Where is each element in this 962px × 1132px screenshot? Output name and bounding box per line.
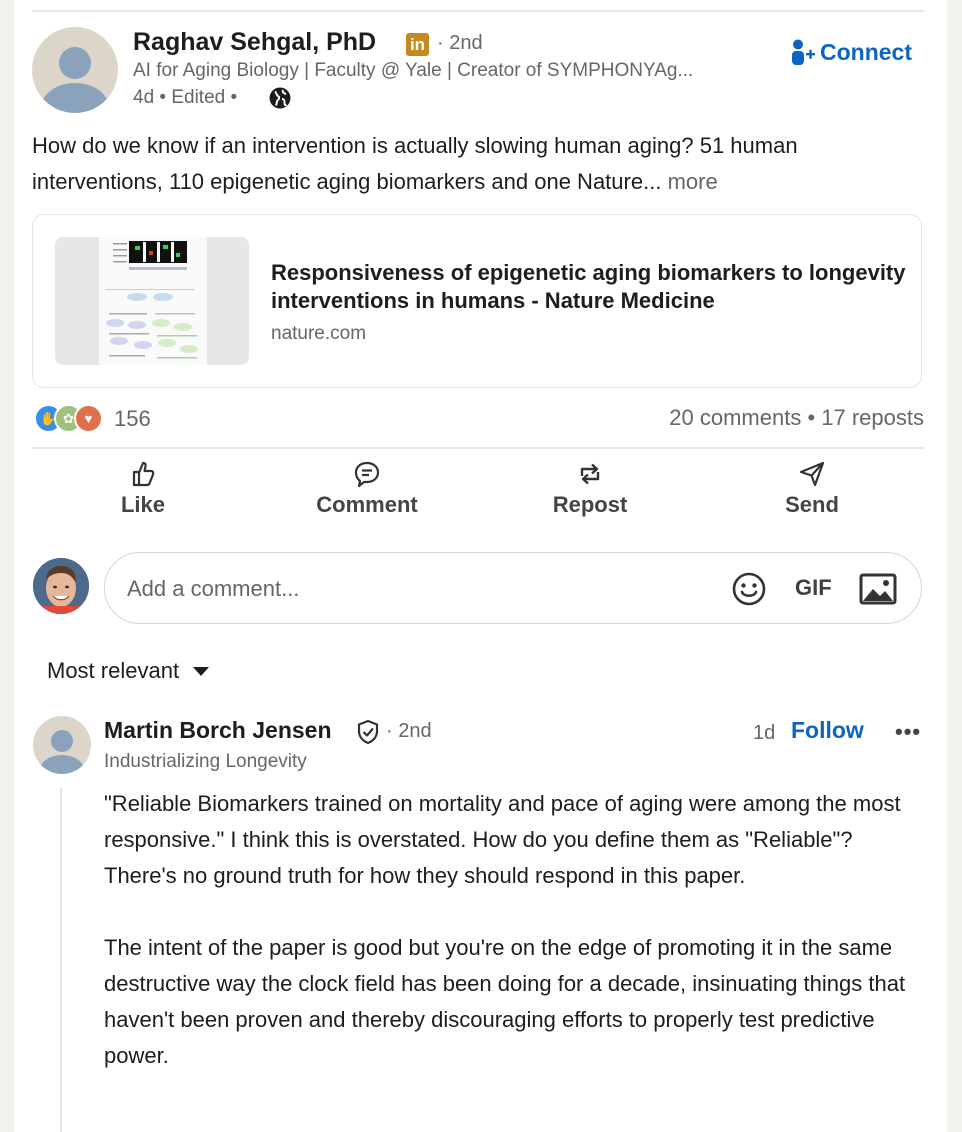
comment-timestamp: 1d [753,722,776,744]
top-divider [32,10,924,12]
author-avatar[interactable] [32,27,118,113]
user-photo [33,558,89,614]
send-icon [799,461,825,487]
more-options-icon[interactable]: ••• [895,719,921,745]
comment-label: Comment [316,492,418,517]
caret-down-icon [193,666,210,676]
repost-button[interactable]: Repost [490,460,690,518]
comment-icon [354,461,380,488]
comment-paragraph: The intent of the paper is good but you'… [104,935,906,1068]
send-button[interactable]: Send [712,460,912,518]
link-title: Responsiveness of epigenetic aging bioma… [271,260,906,313]
post-text: How do we know if an intervention is act… [32,128,922,200]
thumbs-up-icon [132,461,155,487]
comments-reposts-count[interactable]: 20 comments • 17 reposts [669,405,924,431]
see-more-link[interactable]: more [668,169,718,194]
thumbnail-paper [99,237,207,365]
author-headline: AI for Aging Biology | Faculty @ Yale | … [133,60,694,81]
comment-placeholder: Add a comment... [127,576,300,601]
article-thumbnail [55,237,249,365]
comment-body: "Reliable Biomarkers trained on mortalit… [104,786,924,1074]
comment-input[interactable]: Add a comment... GIF [104,552,922,624]
connect-button[interactable]: Connect [790,38,912,66]
comment-button[interactable]: Comment [267,460,467,518]
avatar-placeholder-body [41,83,109,113]
connection-degree: · 2nd [437,32,483,54]
like-button[interactable]: Like [43,460,243,518]
reactions-summary[interactable]: ✋ ✿ ♥ 156 [34,404,151,433]
connect-label: Connect [820,38,912,65]
comment-paragraph: There's no ground truth for how they sho… [104,863,746,888]
avatar-placeholder-head [59,47,91,79]
globe-icon [269,87,291,109]
linkedin-premium-icon: in [406,33,429,56]
commenter-headline: Industrializing Longevity [104,751,307,772]
like-label: Like [120,492,166,517]
commenter-avatar[interactable] [33,716,91,774]
avatar-placeholder-head [51,730,73,752]
image-icon[interactable] [859,573,897,605]
reaction-count: 156 [114,405,151,431]
thread-line [60,788,62,1132]
gif-button[interactable]: GIF [795,575,832,601]
repost-label: Repost [552,492,628,517]
emoji-icon[interactable] [731,571,767,607]
love-reaction-icon: ♥ [74,404,103,433]
avatar-placeholder-body [39,755,85,774]
author-name[interactable]: Raghav Sehgal, PhD [133,28,376,57]
thumbnail-figure [105,241,198,359]
link-source: nature.com [271,323,367,344]
page-gutter-left [0,0,14,1132]
post-meta: 4d • Edited • [133,87,238,108]
link-preview-card[interactable]: Responsiveness of epigenetic aging bioma… [32,214,922,388]
sort-label: Most relevant [47,658,180,683]
commenter-name[interactable]: Martin Borch Jensen [104,717,332,744]
add-person-icon [792,39,815,65]
action-divider [32,447,924,449]
repost-icon [580,463,600,485]
send-label: Send [785,492,839,517]
commenter-degree: · 2nd [386,720,432,742]
comment-paragraph: "Reliable Biomarkers trained on mortalit… [104,791,901,852]
current-user-avatar[interactable] [33,558,89,614]
follow-button[interactable]: Follow [791,717,864,744]
verified-shield-icon [357,719,379,745]
sort-dropdown[interactable]: Most relevant [47,658,210,684]
page-gutter-right [947,0,962,1132]
